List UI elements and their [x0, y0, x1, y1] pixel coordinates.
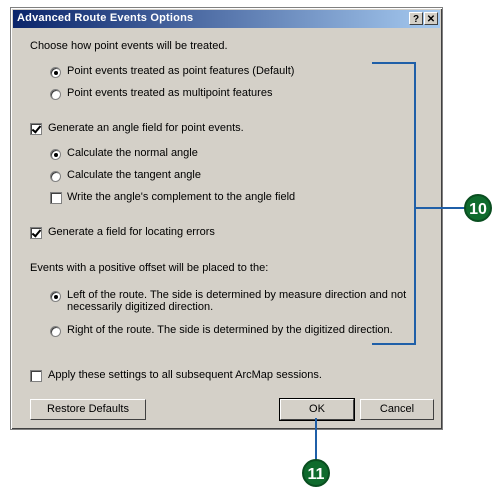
restore-defaults-button[interactable]: Restore Defaults	[30, 399, 146, 420]
radio-multipoint-features[interactable]	[50, 89, 61, 100]
close-button[interactable]: ✕	[424, 12, 438, 25]
radio-normal-angle-label: Calculate the normal angle	[67, 147, 198, 159]
complement-label: Write the angle's complement to the angl…	[67, 191, 296, 203]
radio-point-features[interactable]	[50, 67, 61, 78]
radio-point-features-label: Point events treated as point features (…	[67, 65, 295, 77]
angle-field-checkbox[interactable]	[30, 123, 42, 135]
apply-settings-label: Apply these settings to all subsequent A…	[48, 369, 322, 381]
radio-left-of-route-label-2: necessarily digitized direction.	[67, 301, 214, 313]
radio-multipoint-features-label: Point events treated as multipoint featu…	[67, 87, 273, 99]
radio-right-of-route[interactable]	[50, 326, 61, 337]
radio-tangent-angle[interactable]	[50, 171, 61, 182]
apply-settings-checkbox[interactable]	[30, 370, 42, 382]
ok-button[interactable]: OK	[279, 398, 355, 421]
callout-connector-11	[315, 418, 317, 462]
advanced-route-events-dialog: Advanced Route Events Options ? ✕ Choose…	[10, 7, 443, 430]
callout-bracket-bottom	[372, 343, 416, 345]
error-field-checkbox[interactable]	[30, 227, 42, 239]
point-events-heading: Choose how point events will be treated.	[30, 40, 228, 52]
radio-tangent-angle-label: Calculate the tangent angle	[67, 169, 201, 181]
complement-checkbox[interactable]	[50, 192, 62, 204]
radio-right-of-route-label: Right of the route. The side is determin…	[67, 324, 393, 336]
title-bar[interactable]: Advanced Route Events Options ? ✕	[13, 10, 440, 28]
radio-left-of-route[interactable]	[50, 291, 61, 302]
help-button[interactable]: ?	[409, 12, 423, 25]
angle-field-label: Generate an angle field for point events…	[48, 122, 244, 134]
radio-normal-angle[interactable]	[50, 149, 61, 160]
cancel-button[interactable]: Cancel	[360, 399, 434, 420]
callout-bracket-top	[372, 62, 416, 64]
callout-connector-10	[416, 207, 466, 209]
callout-badge-11: 11	[302, 459, 330, 487]
radio-left-of-route-label-1: Left of the route. The side is determine…	[67, 289, 407, 301]
offset-heading: Events with a positive offset will be pl…	[30, 262, 269, 274]
dialog-title: Advanced Route Events Options	[17, 12, 194, 24]
callout-badge-10: 10	[464, 194, 492, 222]
callout-bracket-vertical	[414, 62, 416, 345]
error-field-label: Generate a field for locating errors	[48, 226, 215, 238]
